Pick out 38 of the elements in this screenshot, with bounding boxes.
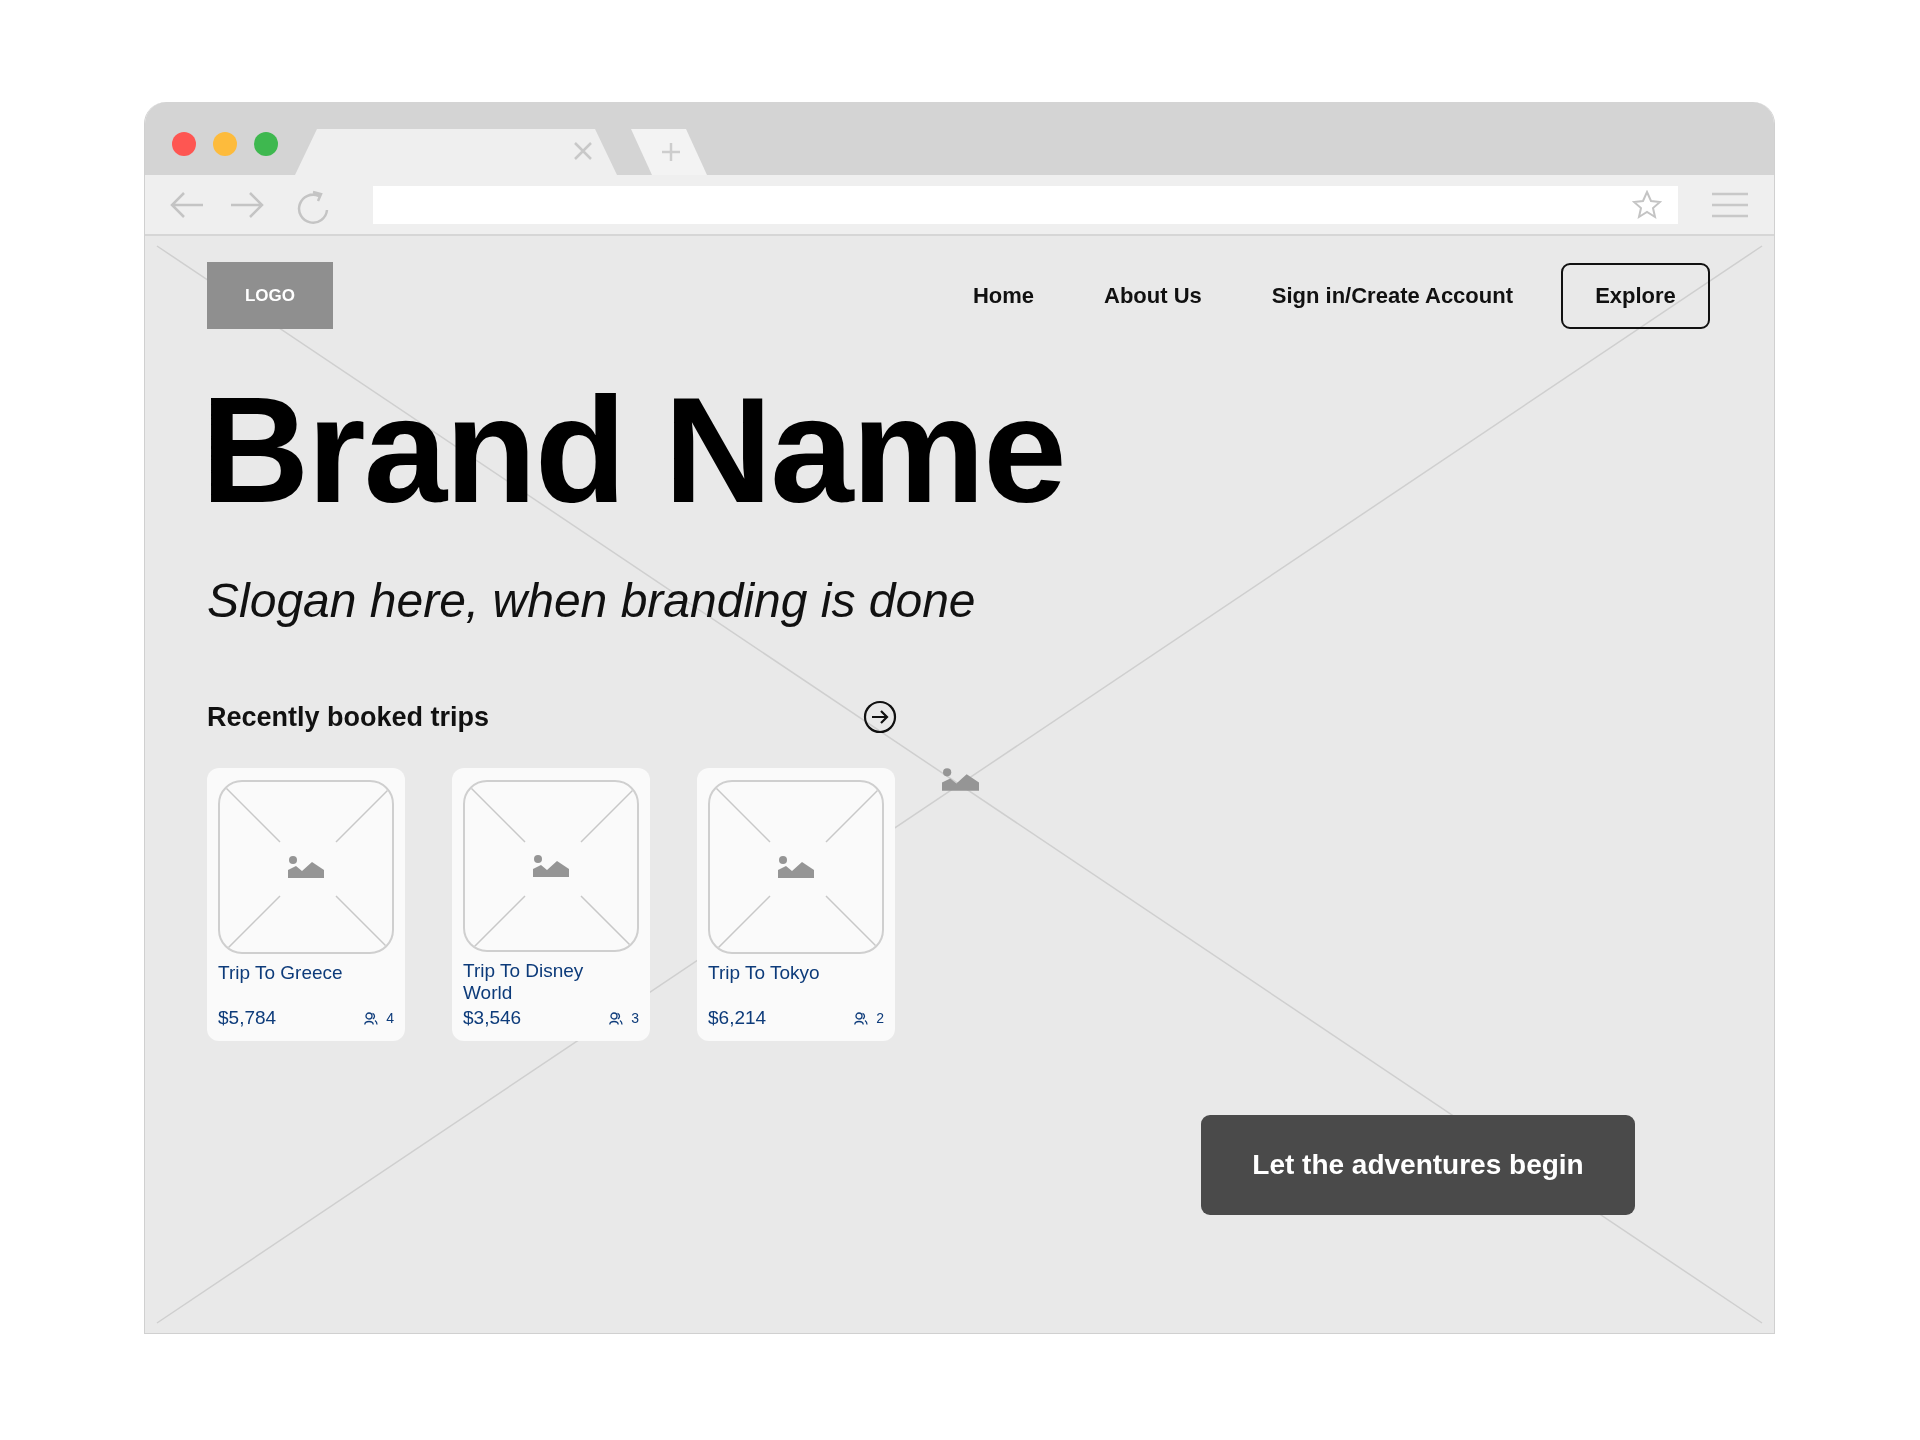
maximize-window-dot[interactable]: [254, 132, 278, 156]
slogan: Slogan here, when branding is done: [207, 573, 977, 629]
address-bar[interactable]: [373, 185, 1678, 224]
trip-price: $5,784: [218, 1006, 277, 1030]
trip-price: $6,214: [708, 1006, 767, 1030]
back-arrow-icon[interactable]: [169, 190, 205, 219]
traveler-count: 3: [631, 1008, 639, 1028]
brand-name: Brand Name: [201, 375, 1066, 525]
arrow-circle-icon[interactable]: [863, 700, 897, 735]
people-icon: [364, 1011, 379, 1025]
close-window-dot[interactable]: [172, 132, 196, 156]
traveler-count: 4: [386, 1008, 394, 1028]
trip-card[interactable]: Trip To Tokyo $6,214 2: [697, 767, 895, 1041]
browser-tab[interactable]: [295, 129, 618, 175]
people-icon: [609, 1011, 624, 1025]
trip-title: Trip To Greece: [218, 961, 344, 984]
trip-price: $3,546: [463, 1006, 522, 1030]
new-tab-button[interactable]: [631, 129, 707, 175]
trip-card[interactable]: Trip To Greece $5,784 4: [207, 767, 405, 1041]
image-icon: [778, 855, 814, 878]
trip-title: Trip To Disney World: [463, 960, 585, 1004]
forward-arrow-icon[interactable]: [229, 190, 265, 219]
image-icon: [942, 767, 979, 791]
nav-link[interactable]: Sign in/Create Account: [1271, 279, 1513, 312]
people-icon: [854, 1011, 869, 1025]
image-icon: [288, 855, 324, 878]
traveler-count: 2: [876, 1008, 884, 1028]
minimize-window-dot[interactable]: [213, 132, 237, 156]
trip-title: Trip To Tokyo: [708, 961, 821, 984]
cta-button[interactable]: Let the adventures begin: [1201, 1114, 1635, 1215]
nav-link[interactable]: Home: [972, 279, 1034, 312]
section-title: Recently booked trips: [207, 701, 490, 734]
explore-button[interactable]: Explore: [1561, 262, 1710, 329]
menu-icon[interactable]: [1710, 190, 1750, 219]
image-icon: [533, 854, 569, 877]
nav-link[interactable]: About Us: [1104, 279, 1202, 312]
trip-card[interactable]: Trip To Disney World $3,546 3: [452, 767, 650, 1041]
star-icon[interactable]: [1632, 189, 1662, 220]
